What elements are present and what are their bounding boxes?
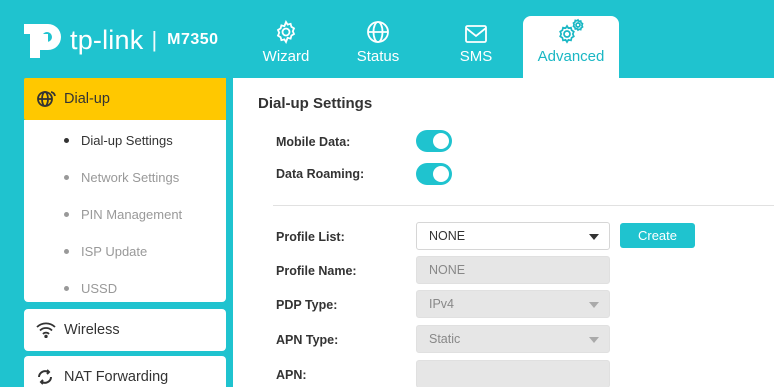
tab-advanced[interactable]: Advanced [523,16,619,78]
profile-name-field: NONE [416,256,610,284]
sidebar-item-network-settings[interactable]: Network Settings [64,170,179,185]
sidebar-group-label: NAT Forwarding [64,369,169,385]
sidebar-item-pin-management[interactable]: PIN Management [64,207,182,222]
brand-separator: | [151,27,158,52]
gear-icon [238,16,334,44]
brand-logo: tp-link | M7350 [22,20,219,60]
sidebar-group-nat-forwarding[interactable]: NAT Forwarding [24,356,226,387]
sidebar-group-wireless[interactable]: Wireless [24,309,226,351]
sidebar-group-label: Dial-up [64,91,110,107]
sidebar-item-label: ISP Update [81,244,148,259]
sidebar-submenu: Dial-up Settings Network Settings PIN Ma… [24,120,226,302]
chevron-down-icon [589,302,599,308]
profile-name-value: NONE [429,263,466,277]
tab-wizard[interactable]: Wizard [238,16,334,78]
bullet-icon [64,175,69,180]
sidebar-item-label: Network Settings [81,170,180,185]
device-model: M7350 [167,31,219,48]
bullet-icon [64,286,69,291]
create-button[interactable]: Create [620,223,695,248]
section-divider [273,205,774,206]
toggle-knob [433,166,449,182]
app-frame: tp-link | M7350 Wizard Status SMS Advanc… [0,0,774,387]
profile-name-label: Profile Name: [276,264,357,278]
sidebar-item-label: Dial-up Settings [81,133,173,148]
sidebar-group-dial-up[interactable]: Dial-up [24,78,226,120]
apn-field [416,360,610,387]
mobile-data-label: Mobile Data: [276,135,351,149]
pdp-type-select: IPv4 [416,290,610,318]
chevron-down-icon [589,234,599,240]
bullet-icon [64,249,69,254]
envelope-icon [428,16,524,44]
sidebar-item-label: PIN Management [81,207,183,222]
data-roaming-toggle[interactable] [416,163,452,185]
mobile-data-toggle[interactable] [416,130,452,152]
globe-dialup-icon [24,90,64,108]
toggle-knob [433,133,449,149]
sidebar-item-dial-up-settings[interactable]: Dial-up Settings [64,133,173,148]
gears-icon [523,16,619,44]
header: tp-link | M7350 Wizard Status SMS Advanc… [6,6,774,78]
page-title: Dial-up Settings [258,95,373,112]
bullet-icon [64,138,69,143]
apn-label: APN: [276,368,307,382]
tab-label: Advanced [537,48,605,65]
bullet-icon [64,212,69,217]
sidebar-item-label: USSD [81,281,118,296]
nat-forwarding-icon [24,368,64,386]
apn-type-value: Static [429,332,461,346]
main-content: Dial-up Settings Mobile Data: Data Roami… [233,78,774,387]
pdp-type-value: IPv4 [429,297,455,311]
chevron-down-icon [589,337,599,343]
sidebar-item-ussd[interactable]: USSD [64,281,117,296]
globe-icon [330,16,426,44]
profile-list-value: NONE [429,229,466,243]
sidebar-item-isp-update[interactable]: ISP Update [64,244,147,259]
profile-list-label: Profile List: [276,230,345,244]
profile-list-select[interactable]: NONE [416,222,610,250]
pdp-type-label: PDP Type: [276,298,338,312]
sidebar-group-label: Wireless [64,322,120,338]
apn-type-select: Static [416,325,610,353]
tab-label: Wizard [262,48,310,65]
data-roaming-label: Data Roaming: [276,167,365,181]
tab-sms[interactable]: SMS [428,16,524,78]
apn-type-label: APN Type: [276,333,339,347]
tab-label: SMS [459,48,493,65]
brand-name: tp-link [70,24,144,55]
wifi-icon [24,322,64,338]
tab-status[interactable]: Status [330,16,426,78]
tab-label: Status [356,48,400,65]
tp-link-logo-icon [22,20,66,60]
sidebar: Dial-up Dial-up Settings Network Setting… [6,78,226,387]
